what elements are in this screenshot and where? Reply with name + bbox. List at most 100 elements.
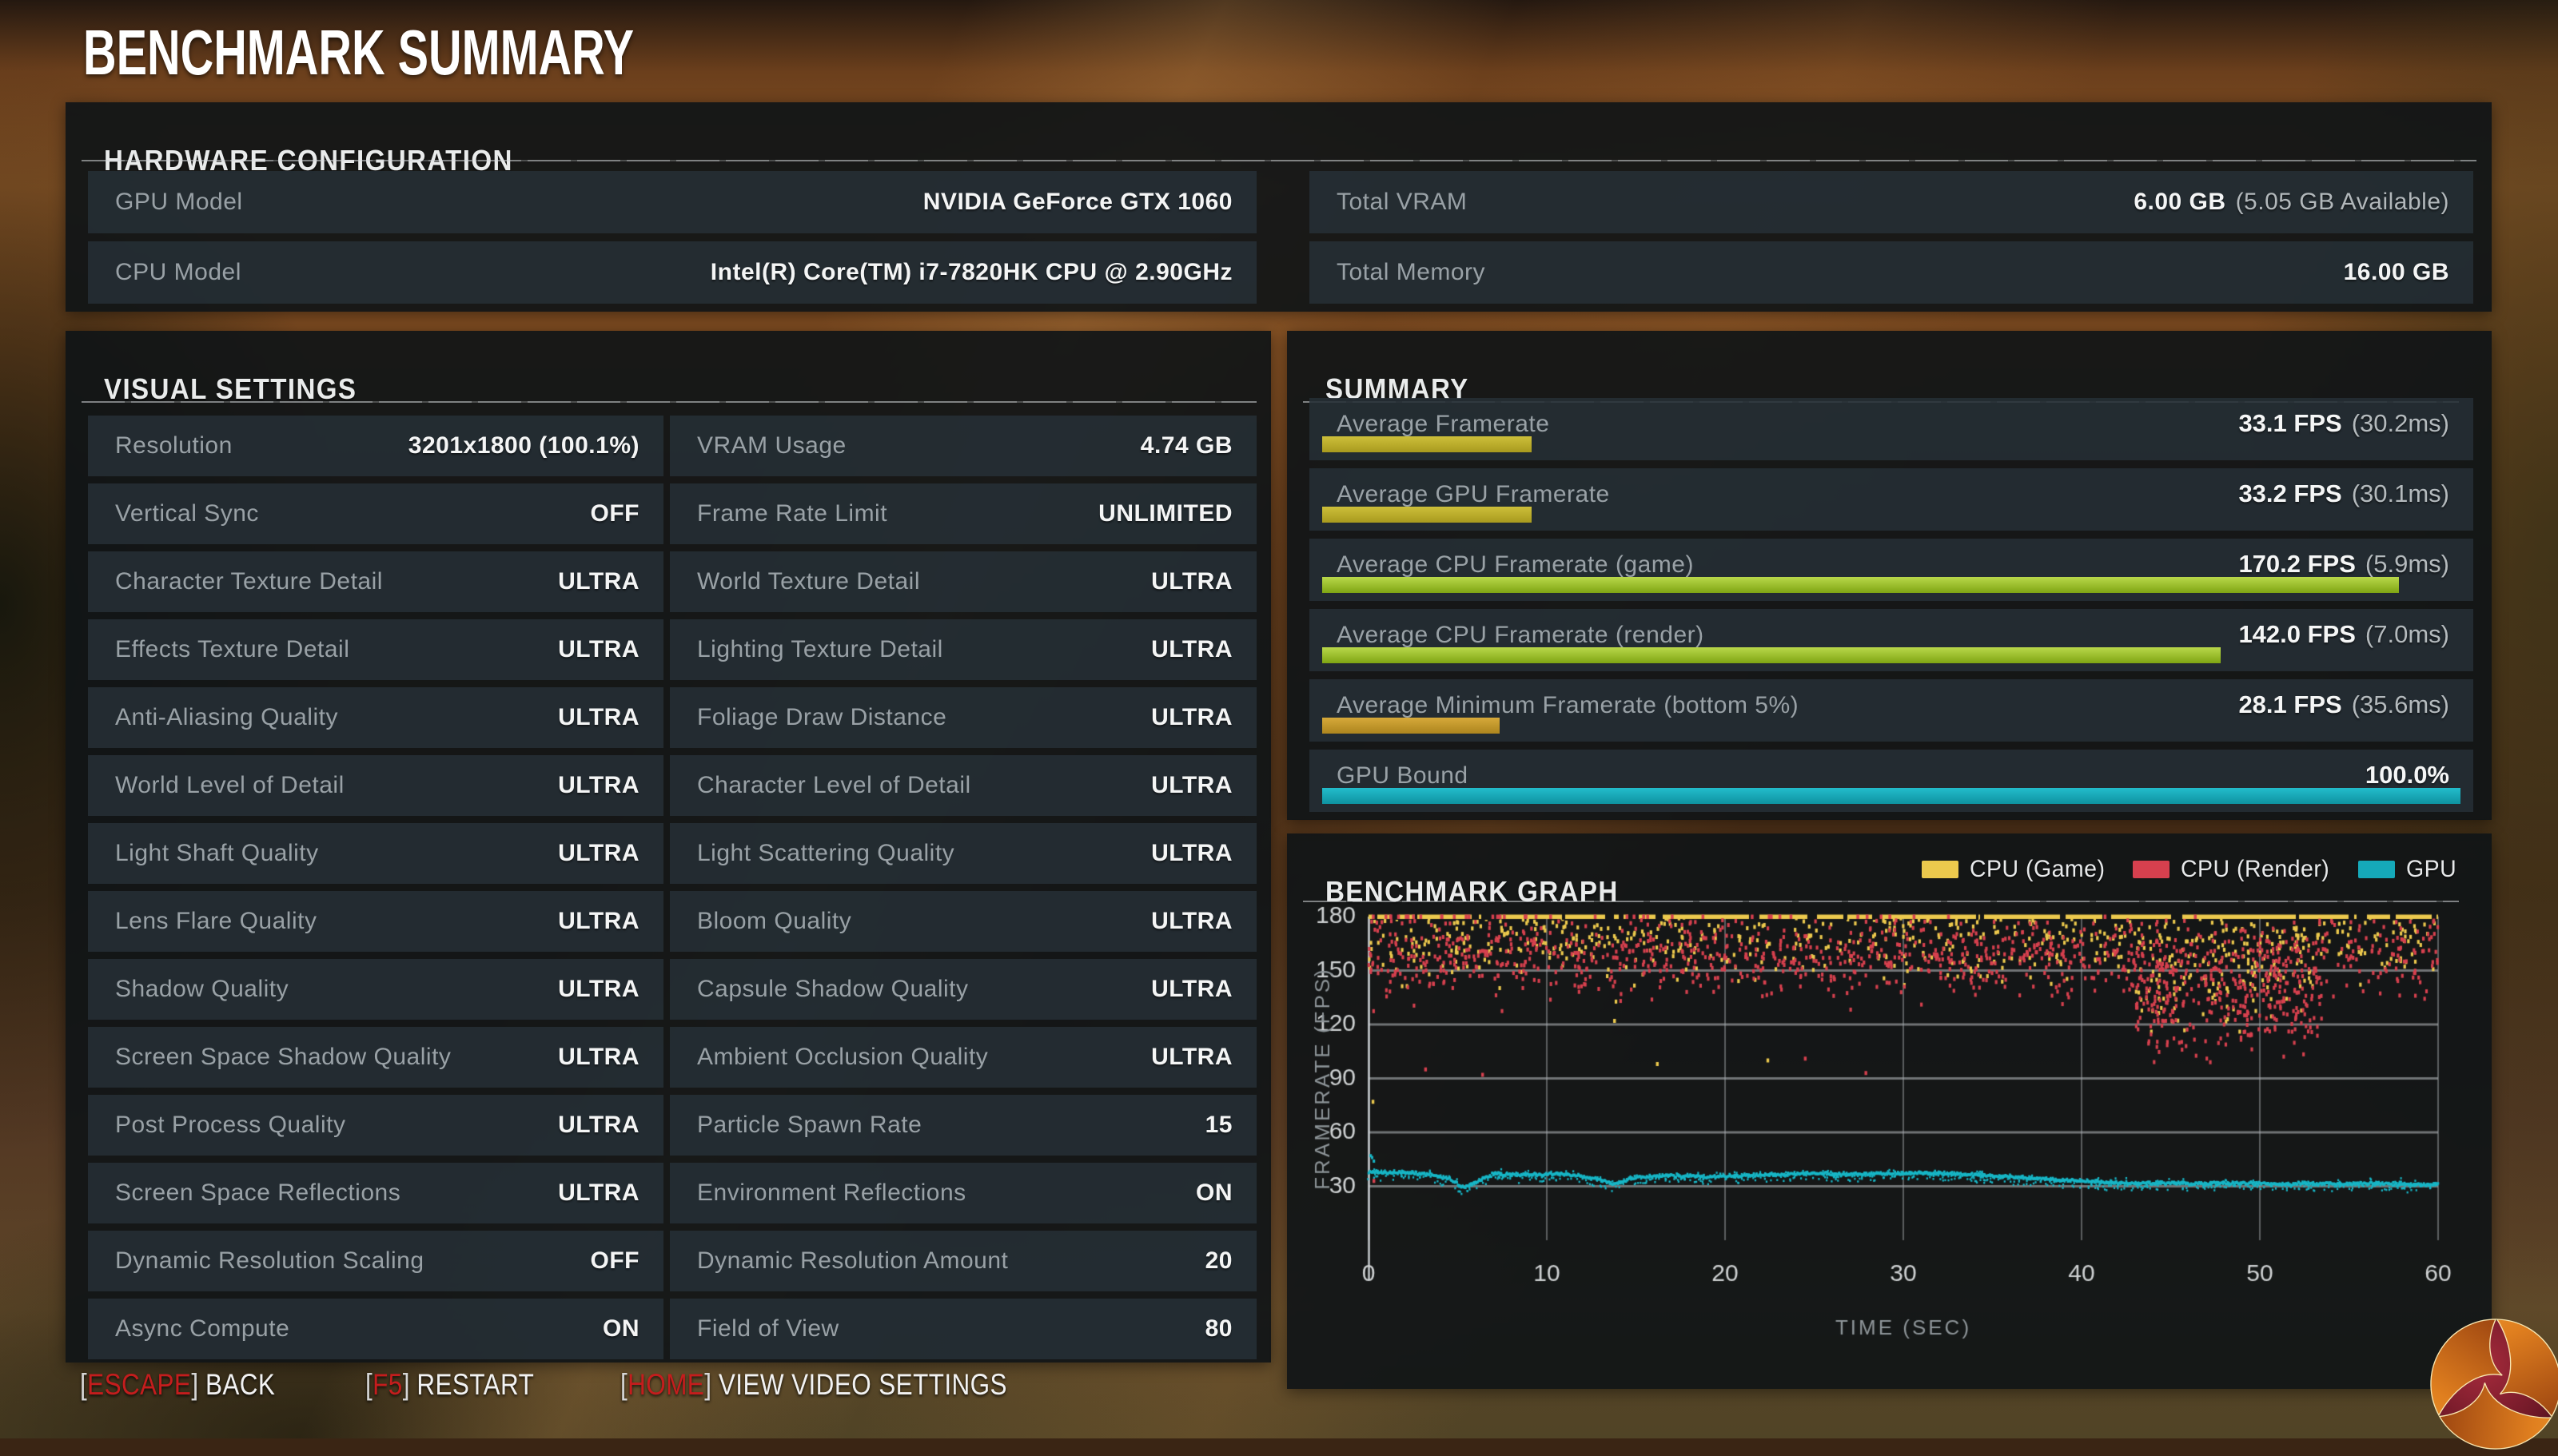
- setting-value: ON: [1196, 1180, 1233, 1207]
- legend-label: CPU (Render): [2181, 856, 2329, 883]
- setting-value-text: ULTRA: [558, 1180, 640, 1206]
- setting-row-frame-rate-limit: Frame Rate Limit UNLIMITED: [670, 483, 1257, 544]
- legend-item-cpu-game: CPU (Game): [1922, 856, 2112, 883]
- hotkey-action: VIEW VIDEO SETTINGS: [719, 1368, 1007, 1401]
- bracket-open: [: [620, 1368, 628, 1401]
- summary-row-average-minimum-framerate-bottom-5: Average Minimum Framerate (bottom 5%) 28.…: [1309, 679, 2473, 742]
- setting-row-vertical-sync: Vertical SyncOFF: [88, 483, 663, 544]
- setting-row-capsule-shadow-quality: Capsule Shadow Quality ULTRA: [670, 959, 1257, 1020]
- setting-row-character-level-of-detail: Character Level of Detail ULTRA: [670, 755, 1257, 816]
- setting-row-lighting-texture-detail: Lighting Texture DetailULTRA: [670, 619, 1257, 680]
- setting-label: Light Scattering Quality: [697, 840, 954, 867]
- setting-label: Environment Reflections: [697, 1180, 966, 1207]
- metric-label: Average GPU Framerate: [1337, 481, 1610, 508]
- setting-row-character-texture-detail: Character Texture Detail ULTRA: [88, 551, 663, 612]
- setting-value: 80: [1205, 1315, 1233, 1343]
- setting-value-text: 3201x1800 (100.1%): [408, 432, 640, 459]
- footer-item-view-video-settings[interactable]: [HOME]VIEW VIDEO SETTINGS: [620, 1368, 1007, 1402]
- setting-value-text: ULTRA: [1151, 704, 1233, 730]
- setting-label: Dynamic Resolution Amount: [697, 1247, 1008, 1275]
- setting-label: Screen Space Reflections: [115, 1180, 400, 1207]
- setting-value-text: 20: [1205, 1247, 1233, 1274]
- legend-swatch-cpu-render: [2133, 861, 2170, 878]
- setting-value-text: ULTRA: [1151, 976, 1233, 1002]
- setting-row-shadow-quality: Shadow QualityULTRA: [88, 959, 663, 1020]
- setting-row-particle-spawn-rate: Particle Spawn Rate15: [670, 1095, 1257, 1156]
- setting-value: ULTRA: [558, 908, 640, 935]
- metric-label: Average CPU Framerate (render): [1337, 622, 1704, 649]
- setting-label: GPU Model: [115, 189, 243, 216]
- setting-row-dynamic-resolution-amount: Dynamic Resolution Amount 20: [670, 1231, 1257, 1291]
- setting-value: ULTRA: [1151, 636, 1233, 663]
- metric-bar: [1322, 436, 1532, 452]
- legend-label: CPU (Game): [1970, 856, 2105, 883]
- metric-value: 28.1 FPS (35.6ms): [2238, 690, 2449, 719]
- setting-value-text: NVIDIA GeForce GTX 1060: [923, 189, 1233, 215]
- setting-label: Capsule Shadow Quality: [697, 976, 969, 1003]
- setting-value: 6.00 GB(5.05 GB Available): [2134, 189, 2449, 216]
- divider: [82, 160, 2476, 161]
- setting-label: Screen Space Shadow Quality: [115, 1044, 451, 1071]
- metric-bar: [1322, 647, 2221, 663]
- setting-label: Ambient Occlusion Quality: [697, 1044, 988, 1071]
- chart-legend: CPU (Game) CPU (Render) GPU: [1922, 856, 2460, 883]
- setting-value-text: ULTRA: [558, 908, 640, 934]
- metric-frametime: (30.2ms): [2352, 409, 2449, 437]
- setting-value: ULTRA: [558, 1044, 640, 1071]
- setting-value-text: ULTRA: [558, 568, 640, 595]
- setting-value-text: ULTRA: [1151, 568, 1233, 595]
- setting-value: NVIDIA GeForce GTX 1060: [923, 189, 1233, 216]
- metric-label: Average CPU Framerate (game): [1337, 551, 1694, 579]
- hw-row-total-memory: Total Memory16.00 GB: [1309, 241, 2473, 304]
- setting-value: ULTRA: [1151, 568, 1233, 595]
- setting-row-environment-reflections: Environment Reflections ON: [670, 1163, 1257, 1223]
- hardware-configuration-panel: HARDWARE CONFIGURATION GPU ModelNVIDIA G…: [66, 102, 2492, 312]
- setting-value-text: ULTRA: [558, 976, 640, 1002]
- legend-label: GPU: [2406, 856, 2456, 883]
- setting-value-text: ULTRA: [558, 704, 640, 730]
- metric-value-text: 170.2 FPS: [2238, 550, 2355, 578]
- setting-value-text: ULTRA: [1151, 636, 1233, 662]
- summary-panel: SUMMARY Average Framerate33.1 FPS(30.2ms…: [1287, 331, 2492, 820]
- setting-value: 20: [1205, 1247, 1233, 1275]
- setting-row-async-compute: Async ComputeON: [88, 1299, 663, 1359]
- setting-row-dynamic-resolution-scaling: Dynamic Resolution ScalingOFF: [88, 1231, 663, 1291]
- setting-value: ULTRA: [558, 704, 640, 731]
- hotkey-action: RESTART: [417, 1368, 535, 1401]
- setting-value: ON: [603, 1315, 640, 1343]
- setting-value-text: ULTRA: [558, 772, 640, 798]
- metric-value: 142.0 FPS(7.0ms): [2238, 620, 2449, 649]
- bracket-close: ]: [704, 1368, 711, 1401]
- setting-value-text: ULTRA: [558, 636, 640, 662]
- setting-row-light-scattering-quality: Light Scattering QualityULTRA: [670, 823, 1257, 884]
- footer-item-back[interactable]: [ESCAPE]BACK: [80, 1368, 275, 1402]
- setting-row-foliage-draw-distance: Foliage Draw DistanceULTRA: [670, 687, 1257, 748]
- setting-label: Frame Rate Limit: [697, 500, 887, 527]
- setting-value: 15: [1205, 1112, 1233, 1139]
- metric-value-text: 28.1 FPS: [2238, 690, 2341, 718]
- setting-value-text: OFF: [591, 500, 640, 527]
- setting-label: Character Texture Detail: [115, 568, 383, 595]
- setting-label: Character Level of Detail: [697, 772, 971, 799]
- setting-row-anti-aliasing-quality: Anti-Aliasing QualityULTRA: [88, 687, 663, 748]
- setting-row-screen-space-shadow-quality: Screen Space Shadow Quality ULTRA: [88, 1027, 663, 1088]
- setting-value: ULTRA: [1151, 772, 1233, 799]
- hotkey-name: ESCAPE: [87, 1368, 191, 1401]
- metric-value: 170.2 FPS(5.9ms): [2238, 550, 2449, 579]
- setting-value-text: UNLIMITED: [1098, 500, 1233, 527]
- setting-value-text: ULTRA: [1151, 1044, 1233, 1070]
- hotkey-action: BACK: [205, 1368, 275, 1401]
- setting-row-light-shaft-quality: Light Shaft QualityULTRA: [88, 823, 663, 884]
- metric-label: Average Minimum Framerate (bottom 5%): [1337, 692, 1799, 719]
- setting-label: CPU Model: [115, 259, 241, 286]
- setting-value: ULTRA: [558, 772, 640, 799]
- setting-label: Post Process Quality: [115, 1112, 345, 1139]
- setting-value: ULTRA: [1151, 908, 1233, 935]
- bracket-close: ]: [191, 1368, 198, 1401]
- setting-value: Intel(R) Core(TM) i7-7820HK CPU @ 2.90GH…: [711, 259, 1233, 286]
- metric-frametime: (35.6ms): [2352, 690, 2449, 718]
- setting-label: World Level of Detail: [115, 772, 345, 799]
- footer-hotkey-bar: [ESCAPE]BACK[F5]RESTART[HOME]VIEW VIDEO …: [80, 1368, 1075, 1402]
- setting-value: UNLIMITED: [1098, 500, 1233, 527]
- footer-item-restart[interactable]: [F5]RESTART: [365, 1368, 534, 1402]
